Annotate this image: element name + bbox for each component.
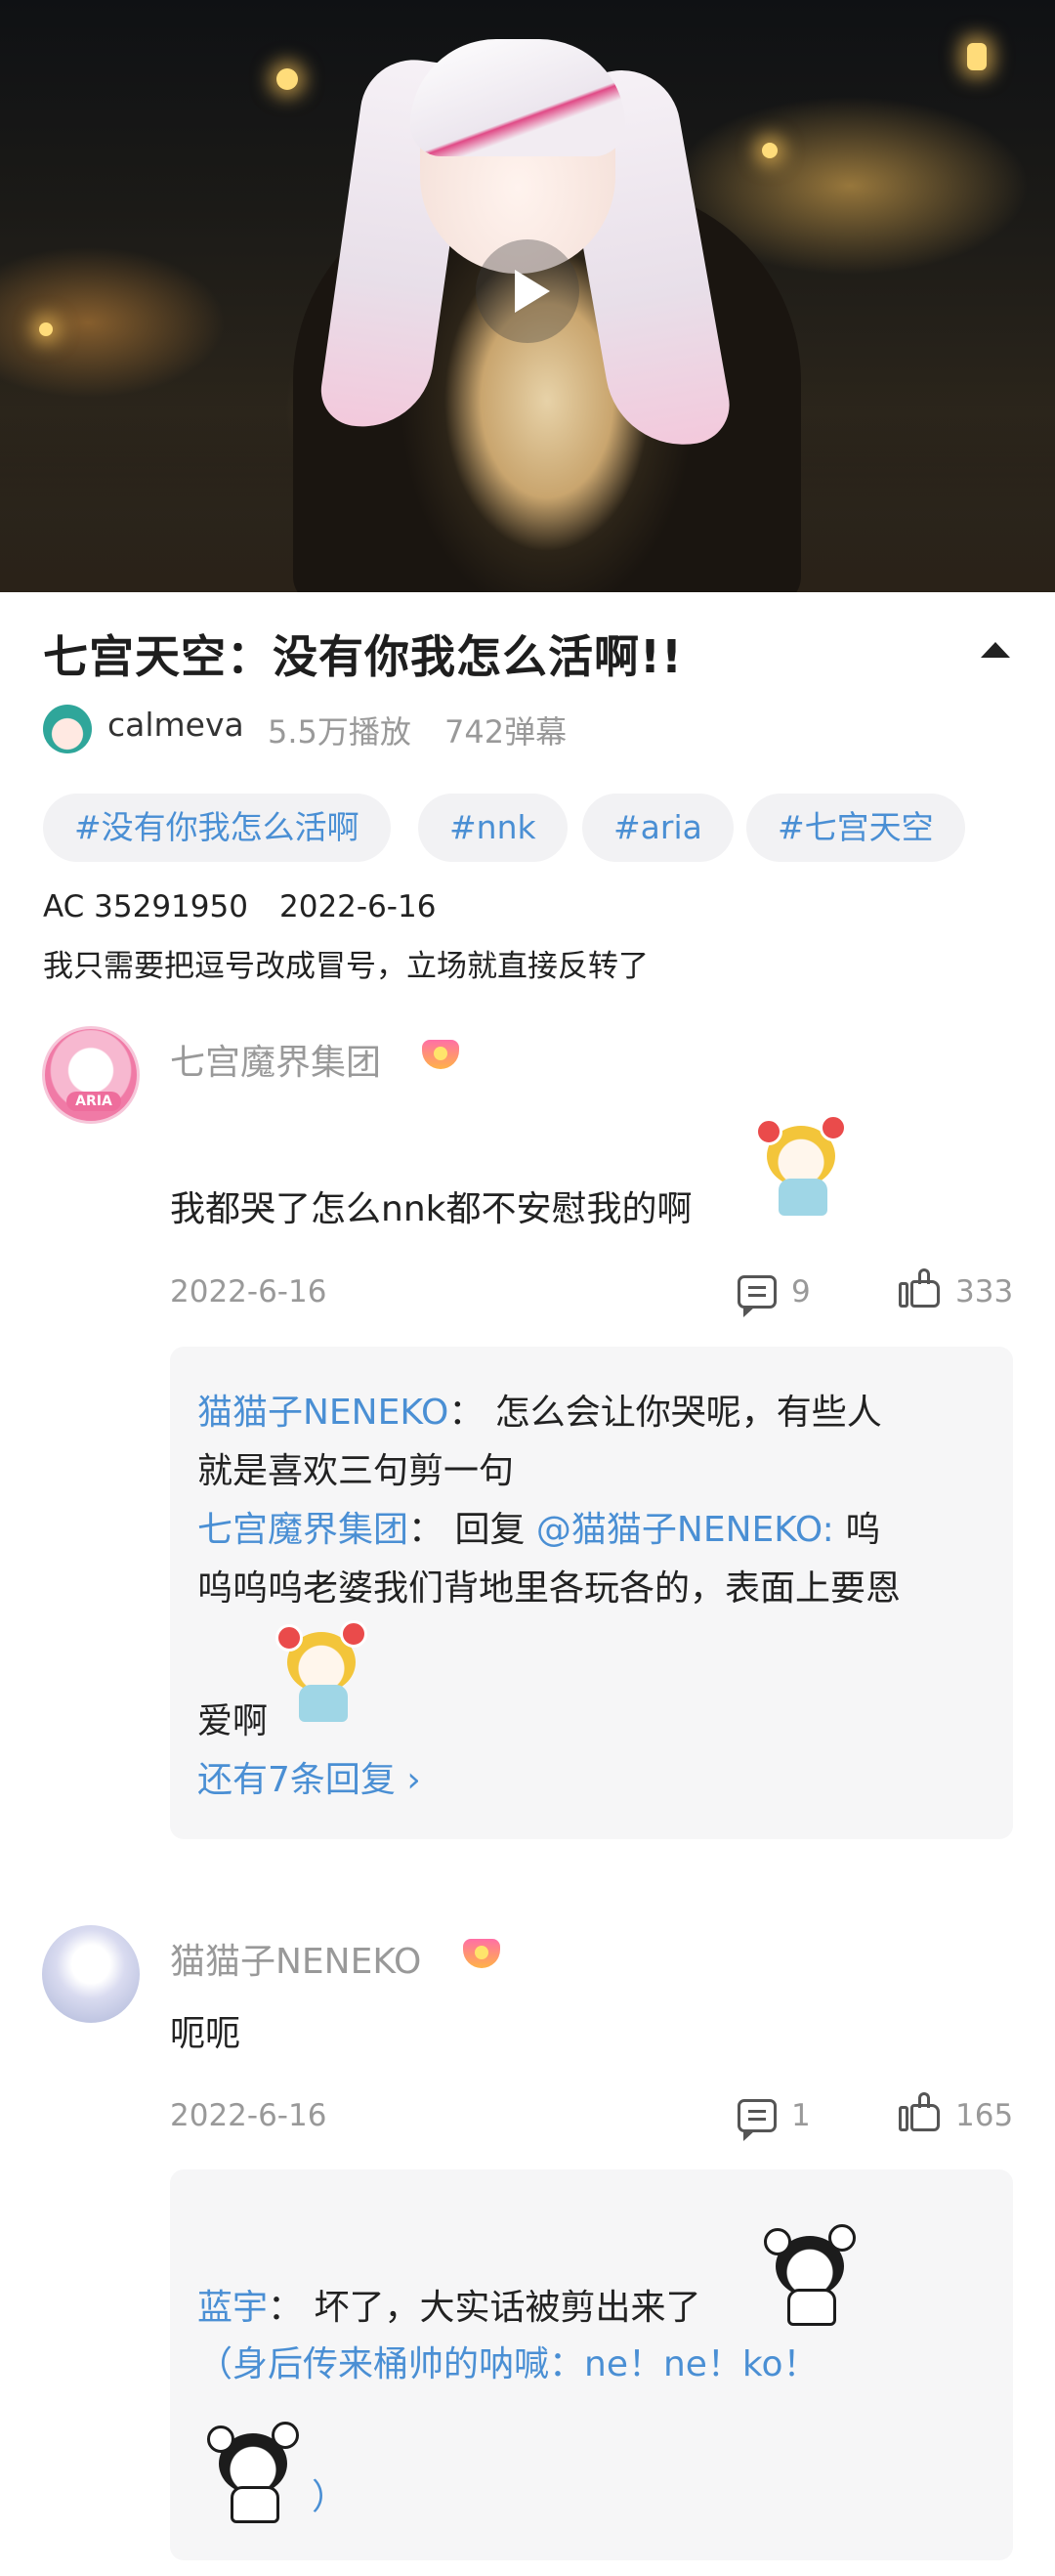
video-character-bangs xyxy=(410,39,625,156)
uploader-avatar[interactable] xyxy=(43,705,92,753)
reply-line: 猫猫子NENEKO： 怎么会让你哭呢，有些人 xyxy=(197,1393,882,1433)
comment-username[interactable]: 七宫魔界集团 xyxy=(170,1034,381,1085)
play-count: 5.5万播放 xyxy=(268,713,411,751)
level-badge-icon xyxy=(463,1939,500,1968)
tag-chip[interactable]: #没有你我怎么活啊 xyxy=(43,794,391,862)
comment-text: 呃呃 xyxy=(170,2014,241,2054)
thumbs-up-icon[interactable] xyxy=(899,1268,942,1308)
sticker-emoji xyxy=(207,2422,307,2529)
like-count[interactable]: 165 xyxy=(955,2098,1013,2133)
reply-line: ） xyxy=(312,2477,348,2517)
uploader-name[interactable]: calmeva xyxy=(107,706,244,744)
reply-count[interactable]: 1 xyxy=(791,2098,811,2133)
reply-count[interactable]: 9 xyxy=(791,1274,811,1309)
sticker-emoji xyxy=(755,1114,855,1222)
comment-username[interactable]: 猫猫子NENEKO xyxy=(170,1933,421,1984)
collapse-triangle-icon[interactable] xyxy=(981,642,1010,658)
comment-date: 2022-6-16 xyxy=(170,2098,327,2133)
reply-preview-box[interactable]: 蓝宇： 坏了，大实话被剪出来了 （身后传来桶帅的呐喊：ne！ne！ko！ ） xyxy=(170,2169,1013,2560)
tag-chip[interactable]: #七宫天空 xyxy=(746,794,965,862)
sticker-emoji xyxy=(275,1620,375,1728)
reply-line: （身后传来桶帅的呐喊：ne！ne！ko！ xyxy=(197,2344,819,2384)
more-replies-link[interactable]: 还有7条回复 › xyxy=(197,1751,421,1802)
thumbs-up-icon[interactable] xyxy=(899,2092,942,2131)
avatar[interactable] xyxy=(42,1925,140,2023)
reply-line: 七宫魔界集团： 回复 @猫猫子NENEKO: 呜 xyxy=(197,1510,881,1550)
reply-line: 爱啊 xyxy=(197,1701,269,1741)
play-button[interactable] xyxy=(476,239,579,343)
avatar-logo-text: ARIA xyxy=(66,1092,121,1111)
publish-date: 2022-6-16 xyxy=(279,889,437,924)
reply-line: 蓝宇： 坏了，大实话被剪出来了 xyxy=(197,2288,701,2328)
tag-chip[interactable]: #aria xyxy=(582,794,734,862)
reply-preview-box[interactable]: 猫猫子NENEKO： 怎么会让你哭呢，有些人 就是喜欢三句剪一句 七宫魔界集团：… xyxy=(170,1347,1013,1839)
danmaku-count: 742弹幕 xyxy=(444,713,568,751)
video-title: 七宫天空：没有你我怎么活啊!! xyxy=(43,630,683,683)
reply-username[interactable]: 猫猫子NENEKO xyxy=(197,1393,448,1433)
like-count[interactable]: 333 xyxy=(955,1274,1013,1309)
sticker-emoji xyxy=(764,2224,864,2332)
street-light xyxy=(762,143,778,158)
street-light xyxy=(39,322,53,336)
reply-username[interactable]: 蓝宇 xyxy=(197,2288,268,2328)
tag-chip[interactable]: #nnk xyxy=(418,794,568,862)
video-player[interactable] xyxy=(0,0,1055,592)
comment-date: 2022-6-16 xyxy=(170,1274,327,1309)
avatar[interactable]: ARIA xyxy=(42,1026,140,1124)
street-light xyxy=(967,43,987,70)
reply-line: 就是喜欢三句剪一句 xyxy=(197,1451,515,1491)
video-description: 我只需要把逗号改成冒号，立场就直接反转了 xyxy=(43,949,649,984)
reply-line: 呜呜呜老婆我们背地里各玩各的，表面上要恩 xyxy=(197,1568,902,1609)
reply-icon[interactable] xyxy=(738,1275,777,1317)
mention-link[interactable]: @猫猫子NENEKO: xyxy=(536,1510,834,1550)
comment-text: 我都哭了怎么nnk都不安慰我的啊 xyxy=(170,1189,693,1229)
reply-username[interactable]: 七宫魔界集团 xyxy=(197,1510,408,1550)
ac-id: AC 35291950 xyxy=(43,889,248,924)
level-badge-icon xyxy=(422,1040,459,1069)
street-light xyxy=(276,68,298,90)
play-icon xyxy=(515,270,550,313)
reply-icon[interactable] xyxy=(738,2099,777,2141)
